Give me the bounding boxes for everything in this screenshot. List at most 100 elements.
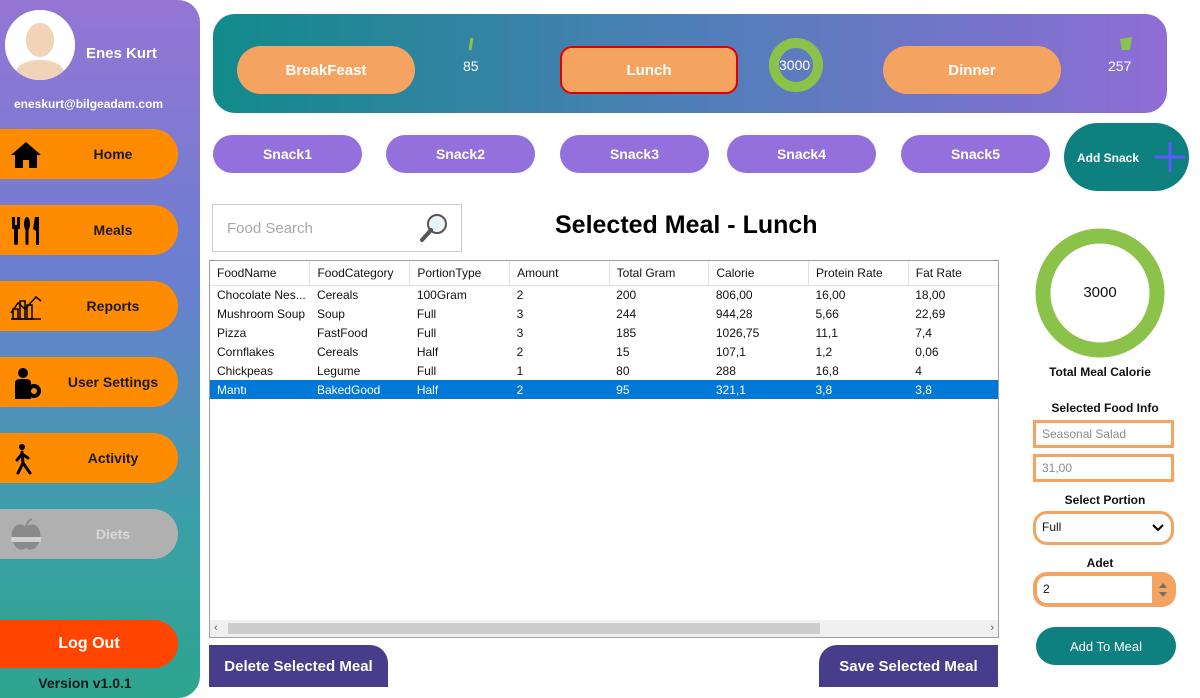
selected-food-name-field[interactable]: Seasonal Salad [1033,420,1174,448]
snack2-button[interactable]: Snack2 [386,135,535,173]
table-cell: 16,8 [815,363,839,378]
column-header-foodcategory[interactable]: FoodCategory [309,261,411,286]
nav-home-label: Home [93,146,133,162]
table-cell: 1026,75 [715,325,760,340]
plus-icon [1155,142,1185,172]
add-snack-label: Add Snack [1077,151,1140,165]
table-row[interactable]: Chickpeas Legume Full 1 80 288 16,8 4 [210,361,998,380]
adet-label: Adet [1086,556,1114,570]
column-header-portiontype[interactable]: PortionType [409,261,511,286]
chevron-down-icon [1152,524,1164,532]
table-cell: 0,06 [915,344,939,359]
meal-foods-grid[interactable]: FoodName FoodCategory PortionType Amount… [209,260,999,638]
table-cell: 3 [516,306,524,321]
table-cell: 4 [915,363,922,378]
table-cell: 3,8 [808,380,909,399]
nav-diets-button[interactable]: Diets [0,509,178,559]
selected-food-info-label: Selected Food Info [1051,401,1159,415]
meal-panel: BreakFeast 85 Lunch 3000 Dinner 257 [213,14,1167,113]
table-cell: 16,00 [815,287,846,302]
scroll-left-icon[interactable]: ‹ [214,622,218,634]
table-cell: Full [416,325,437,340]
table-cell: Soup [316,306,345,321]
search-icon[interactable] [418,212,450,244]
table-cell: 15 [616,344,630,359]
table-cell: 11,1 [815,325,838,340]
table-row[interactable]: Pizza FastFood Full 3 185 1026,75 11,1 7… [210,323,998,342]
apple-measure-icon [8,517,44,553]
column-header-proteinrate[interactable]: Protein Rate [808,261,909,286]
lunch-calorie: 3000 [779,57,811,73]
table-cell: 944,28 [715,306,753,321]
user-email: eneskurt@bilgeadam.com [14,97,164,111]
table-cell: 80 [616,363,630,378]
table-cell: 185 [616,325,637,340]
scroll-right-icon[interactable]: › [990,622,994,634]
lunch-button[interactable]: Lunch [560,46,738,94]
table-row[interactable]: Cornflakes Cereals Half 2 15 107,1 1,2 0… [210,342,998,361]
column-header-calorie[interactable]: Calorie [708,261,809,286]
table-row[interactable]: Mushroom Soup Soup Full 3 244 944,28 5,6… [210,304,998,323]
selected-food-value-field[interactable]: 31,00 [1033,454,1174,482]
nav-activity-label: Activity [87,450,139,466]
adet-stepper[interactable]: 2 [1033,572,1176,607]
version-label: Version v1.0.1 [38,675,132,691]
table-cell: Cereals [316,344,359,359]
table-cell: 1 [516,363,524,378]
table-cell: 321,1 [708,380,809,399]
table-cell: Mushroom Soup [217,306,306,321]
breakfast-button[interactable]: BreakFeast [237,46,415,94]
user-name: Enes Kurt [86,45,157,62]
save-selected-meal-button[interactable]: Save Selected Meal [819,645,998,687]
column-header-totalgram[interactable]: Total Gram [609,261,710,286]
nav-activity-button[interactable]: Activity [0,433,178,483]
table-cell: 22,69 [915,306,946,321]
avatar [5,10,75,80]
nav-user-settings-button[interactable]: User Settings [0,357,178,407]
nav-meals-button[interactable]: Meals [0,205,178,255]
dinner-progress-icon [1120,37,1132,50]
snack4-button[interactable]: Snack4 [727,135,876,173]
select-portion-label: Select Portion [1064,493,1146,507]
table-cell: 2 [516,287,524,302]
dinner-button[interactable]: Dinner [883,46,1061,94]
table-cell: Cereals [316,287,359,302]
user-gear-icon [8,365,44,401]
add-snack-button[interactable]: Add Snack [1064,123,1189,191]
column-header-fatrate[interactable]: Fat Rate [908,261,998,286]
table-row-selected[interactable]: Mantı BakedGood Half 2 95 321,1 3,8 3,8 [210,380,998,399]
column-header-amount[interactable]: Amount [509,261,610,286]
snack1-button[interactable]: Snack1 [213,135,362,173]
logout-button[interactable]: Log Out [0,620,178,668]
portion-select[interactable]: Full [1033,511,1174,545]
table-cell: 3 [516,325,524,340]
table-cell: Full [416,306,437,321]
snack3-button[interactable]: Snack3 [560,135,709,173]
portion-select-value: Full [1042,520,1062,534]
scrollbar-thumb[interactable] [228,623,820,634]
table-cell: 288 [715,363,736,378]
table-cell: 95 [609,380,709,399]
stepper-arrows-icon[interactable] [1157,580,1169,600]
breakfast-progress-icon [468,37,474,51]
table-cell: Pizza [217,325,247,340]
add-to-meal-button[interactable]: Add To Meal [1036,627,1176,665]
column-header-foodname[interactable]: FoodName [210,261,311,286]
nav-diets-label: Diets [95,526,131,542]
nav-reports-label: Reports [86,298,140,314]
home-icon [8,137,44,173]
adet-input[interactable]: 2 [1037,576,1152,603]
table-cell: 100Gram [416,287,467,302]
table-cell: 2 [516,344,524,359]
nav-reports-button[interactable]: Reports [0,281,178,331]
table-cell: Full [416,363,437,378]
food-search-input[interactable] [214,206,414,250]
table-row[interactable]: Chocolate Nes... Cereals 100Gram 2 200 8… [210,285,998,304]
nav-home-button[interactable]: Home [0,129,178,179]
table-cell: 107,1 [715,344,746,359]
delete-selected-meal-button[interactable]: Delete Selected Meal [209,645,388,687]
table-cell: Legume [316,363,361,378]
table-cell: 2 [509,380,610,399]
snack5-button[interactable]: Snack5 [901,135,1050,173]
horizontal-scrollbar[interactable]: ‹ › [210,620,998,637]
